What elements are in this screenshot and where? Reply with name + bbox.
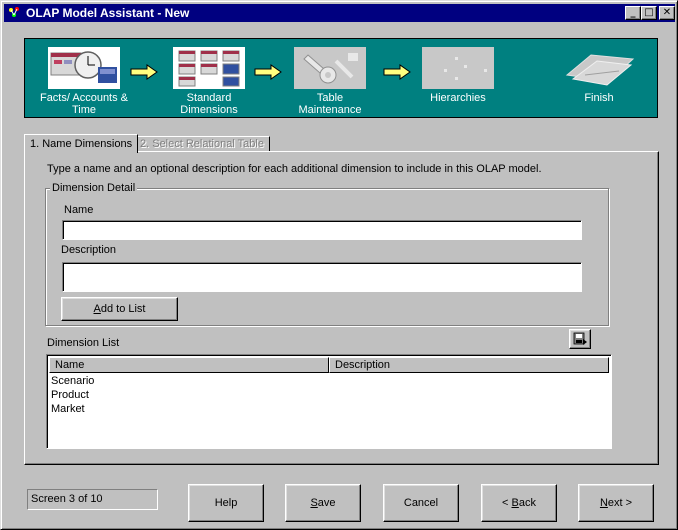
dimensions-icon	[173, 47, 245, 89]
next-button[interactable]: Next >	[578, 484, 654, 522]
maximize-button[interactable]: □	[641, 6, 657, 20]
cancel-button[interactable]: Cancel	[383, 484, 459, 522]
wizard-step-label: Hierarchies	[430, 92, 486, 104]
wizard-step-finish: Finish	[549, 47, 649, 104]
close-button[interactable]: ✕	[659, 6, 675, 20]
wizard-step-label: Standard Dimensions	[180, 92, 238, 116]
save-disk-icon	[573, 332, 587, 345]
table-row[interactable]: Scenario	[51, 374, 94, 388]
window-title: OLAP Model Assistant - New	[26, 6, 190, 20]
table-row[interactable]: Market	[51, 402, 85, 416]
wizard-step-table-maintenance: Table Maintenance	[280, 47, 380, 116]
app-window: OLAP Model Assistant - New _ □ ✕ Facts/ …	[0, 0, 678, 530]
tab-select-relational-table[interactable]: 2. Select Relational Table	[134, 136, 270, 152]
wizard-step-facts: Facts/ Accounts & Time	[34, 47, 134, 116]
maximize-icon: □	[644, 7, 654, 18]
step-arrow-icon	[130, 64, 158, 80]
name-input[interactable]	[62, 220, 582, 240]
table-row[interactable]: Product	[51, 388, 89, 402]
dimension-detail-label: Dimension Detail	[50, 182, 138, 194]
back-button[interactable]: < Back	[481, 484, 557, 522]
tab-panel: Type a name and an optional description …	[24, 151, 659, 465]
status-screen-counter: Screen 3 of 10	[27, 489, 158, 510]
wizard-step-label: Table Maintenance	[298, 92, 362, 116]
minimize-button[interactable]: _	[625, 6, 641, 20]
wizard-step-label: Facts/ Accounts & Time	[39, 92, 129, 116]
minimize-icon: _	[630, 7, 636, 18]
column-header-name[interactable]: Name	[49, 357, 329, 373]
dimension-list-label: Dimension List	[47, 337, 120, 349]
column-header-description[interactable]: Description	[329, 357, 609, 373]
save-button[interactable]: Save	[285, 484, 361, 522]
description-input[interactable]	[62, 262, 582, 292]
name-label: Name	[64, 204, 94, 216]
clock-calendar-icon	[48, 47, 120, 89]
app-icon	[9, 7, 19, 17]
close-icon: ✕	[662, 7, 672, 18]
description-label: Description	[61, 244, 117, 256]
tab-name-dimensions[interactable]: 1. Name Dimensions	[24, 134, 139, 153]
dimension-list-table[interactable]: Name Description Scenario Product Market	[46, 354, 612, 449]
wizard-step-standard-dimensions: Standard Dimensions	[159, 47, 259, 116]
hierarchy-icon	[422, 47, 494, 89]
wizard-steps-banner: Facts/ Accounts & Time Standard Dimensio…	[24, 38, 658, 118]
step-arrow-icon	[254, 64, 282, 80]
save-list-button[interactable]	[569, 329, 591, 349]
wrench-icon	[294, 47, 366, 89]
wizard-step-hierarchies: Hierarchies	[408, 47, 508, 104]
add-to-list-button[interactable]: Add to List	[61, 297, 178, 321]
instructions-text: Type a name and an optional description …	[47, 163, 542, 175]
help-button[interactable]: Help	[188, 484, 264, 522]
title-bar[interactable]: OLAP Model Assistant - New _ □ ✕	[4, 4, 675, 22]
wizard-step-label: Finish	[584, 92, 614, 104]
finish-icon	[563, 47, 635, 89]
